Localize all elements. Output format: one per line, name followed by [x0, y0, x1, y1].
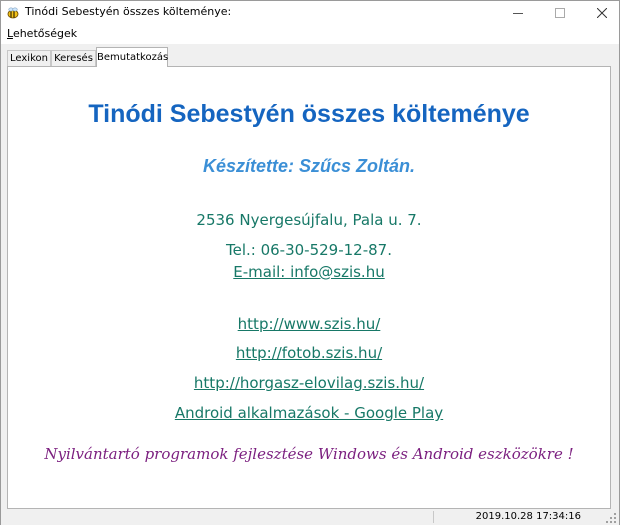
website-link[interactable]: http://www.szis.hu/: [8, 315, 610, 333]
app-window: Tinódi Sebestyén összes költeménye: Lehe…: [0, 0, 620, 525]
fishing-site-link[interactable]: http://horgasz-elovilag.szis.hu/: [8, 374, 610, 392]
page-title: Tinódi Sebestyén összes költeménye: [88, 100, 530, 128]
close-button[interactable]: [579, 1, 620, 25]
status-divider: [433, 511, 434, 523]
status-timestamp: 2019.10.28 17:34:16: [475, 511, 581, 522]
close-icon: [597, 8, 607, 18]
tab-lexikon[interactable]: Lexikon: [7, 50, 51, 67]
tab-kereses[interactable]: Keresés: [51, 50, 96, 67]
maximize-icon: [555, 8, 565, 18]
minimize-icon: [513, 12, 523, 14]
email-link[interactable]: E-mail: info@szis.hu: [8, 263, 610, 281]
address-line: 2536 Nyergesújfalu, Pala u. 7.: [196, 211, 422, 229]
status-bar: 2019.10.28 17:34:16: [1, 509, 619, 525]
bee-icon: [7, 7, 19, 19]
maximize-button[interactable]: [537, 1, 583, 25]
window-title: Tinódi Sebestyén összes költeménye:: [25, 5, 232, 18]
menu-item-options[interactable]: Lehetőségek: [7, 27, 77, 40]
minimize-button[interactable]: [495, 1, 541, 25]
google-play-link[interactable]: Android alkalmazások - Google Play: [8, 404, 610, 422]
author-line: Készítette: Szűcs Zoltán.: [202, 156, 416, 176]
menu-label: ehetőségek: [12, 27, 78, 40]
tab-bemutatkozas[interactable]: Bemutatkozás: [96, 47, 168, 67]
title-bar[interactable]: Tinódi Sebestyén összes költeménye:: [1, 1, 619, 25]
photo-site-link[interactable]: http://fotob.szis.hu/: [8, 344, 610, 362]
resize-grip-icon[interactable]: [605, 512, 617, 524]
menu-bar: Lehetőségek: [1, 25, 619, 44]
phone-line: Tel.: 06-30-529-12-87.: [226, 241, 392, 259]
tagline: Nyilvántartó programok fejlesztése Windo…: [44, 445, 574, 463]
intro-panel: Tinódi Sebestyén összes költeménye Készí…: [7, 66, 611, 509]
